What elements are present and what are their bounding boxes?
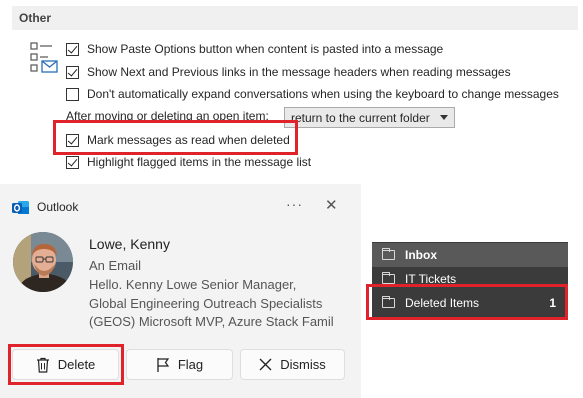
close-icon	[259, 358, 272, 371]
toast-body-line: Hello. Kenny Lowe Senior Manager,	[89, 277, 297, 292]
option-highlight-flagged[interactable]: Highlight flagged items in the message l…	[66, 153, 311, 171]
toast-app-name: Outlook	[37, 200, 79, 214]
folder-label: Inbox	[405, 248, 437, 262]
checkbox-highlight-flagged[interactable]	[66, 155, 79, 169]
close-icon[interactable]: ✕	[325, 196, 338, 214]
avatar	[13, 232, 73, 292]
highlight-box-mark-read	[53, 120, 298, 155]
folder-item-inbox[interactable]: Inbox	[372, 243, 568, 267]
section-header-other: Other	[12, 6, 578, 30]
highlight-box-deleted-items	[366, 284, 568, 320]
highlight-box-delete	[8, 344, 124, 385]
dismiss-button[interactable]: Dismiss	[240, 349, 345, 380]
flag-icon	[157, 357, 170, 372]
checkbox-dont-expand-conversations[interactable]	[66, 87, 79, 101]
outlook-logo-icon	[12, 201, 29, 214]
option-label: Don't automatically expand conversations…	[87, 87, 559, 101]
folder-icon	[382, 272, 395, 284]
toast-sender: Lowe, Kenny	[89, 236, 170, 252]
dismiss-button-label: Dismiss	[280, 357, 326, 372]
mail-options-icon	[30, 42, 58, 73]
flag-button[interactable]: Flag	[126, 349, 233, 380]
checkbox-show-next-previous[interactable]	[66, 65, 79, 79]
dropdown-value: return to the current folder	[291, 110, 430, 125]
outlook-options-panel: Other Show Paste Options button when con…	[0, 0, 583, 180]
toast-subject: An Email	[89, 258, 142, 273]
folder-icon	[382, 248, 395, 260]
option-show-paste-options[interactable]: Show Paste Options button when content i…	[66, 40, 443, 58]
more-options-icon[interactable]: ···	[286, 196, 303, 212]
option-label: Show Paste Options button when content i…	[87, 42, 444, 56]
flag-button-label: Flag	[177, 357, 204, 372]
toast-body-line: Global Engineering Outreach Specialists	[89, 296, 323, 311]
chevron-down-icon	[440, 115, 448, 120]
after-moving-dropdown[interactable]: return to the current folder	[284, 107, 455, 128]
option-show-next-previous[interactable]: Show Next and Previous links in the mess…	[66, 63, 511, 81]
option-label: Show Next and Previous links in the mess…	[87, 65, 511, 79]
toast-body-line: (GEOS) Microsoft MVP, Azure Stack Famil	[89, 314, 334, 329]
option-label: Highlight flagged items in the message l…	[87, 155, 312, 169]
option-dont-expand-conversations[interactable]: Don't automatically expand conversations…	[66, 85, 559, 103]
checkbox-show-paste-options[interactable]	[66, 42, 79, 56]
